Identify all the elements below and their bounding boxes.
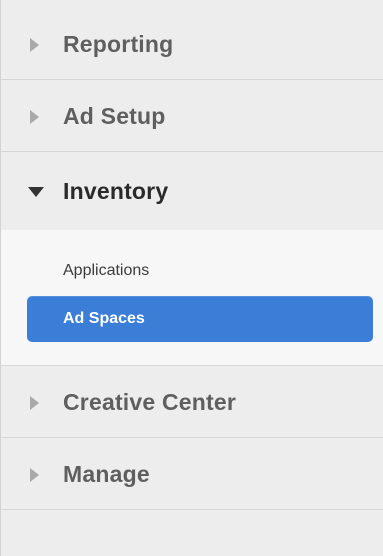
chevron-right-icon	[30, 468, 39, 482]
sidebar-nav: Reporting Ad Setup Inventory Application…	[0, 0, 383, 556]
nav-section-ad-setup[interactable]: Ad Setup	[1, 82, 383, 152]
nav-section-label: Reporting	[63, 31, 174, 57]
nav-section-label: Ad Setup	[63, 103, 166, 129]
chevron-right-icon	[30, 396, 39, 410]
nav-section-reporting[interactable]: Reporting	[1, 10, 383, 80]
nav-section-inventory[interactable]: Inventory	[1, 156, 383, 226]
submenu-item-applications[interactable]: Applications	[27, 248, 373, 294]
chevron-down-icon	[28, 187, 44, 197]
chevron-right-icon	[30, 38, 39, 52]
inventory-submenu: Applications Ad Spaces	[1, 230, 383, 366]
nav-section-creative-center[interactable]: Creative Center	[1, 368, 383, 438]
nav-section-manage[interactable]: Manage	[1, 440, 383, 510]
nav-section-label: Inventory	[63, 177, 169, 204]
submenu-item-ad-spaces[interactable]: Ad Spaces	[27, 296, 373, 342]
chevron-right-icon	[30, 110, 39, 124]
nav-section-label: Manage	[63, 461, 150, 487]
nav-section-label[interactable]: Creative Center	[63, 389, 236, 416]
